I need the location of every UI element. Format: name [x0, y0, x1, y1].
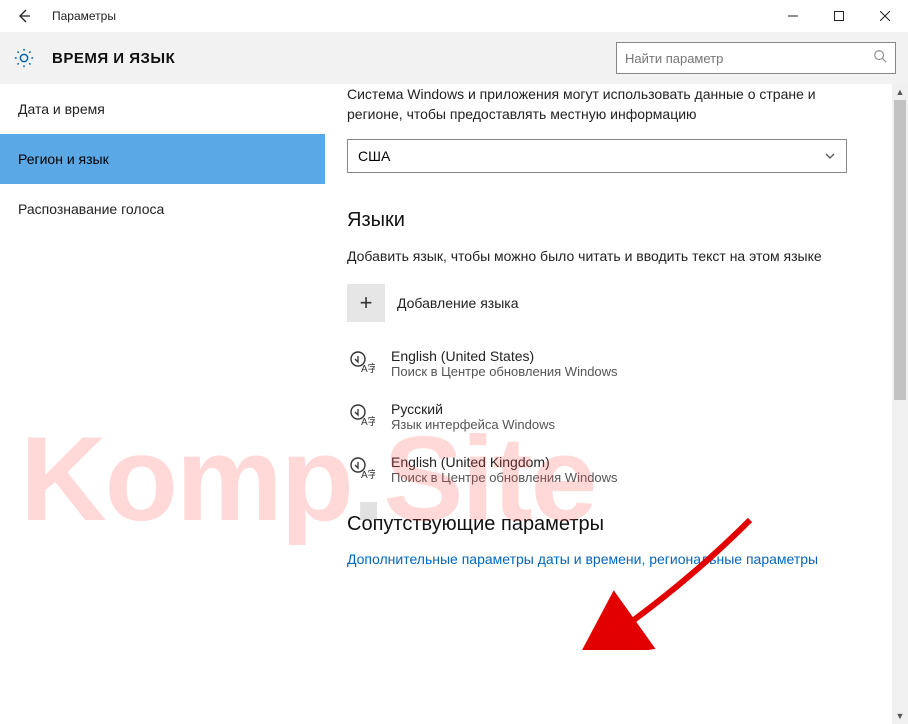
language-icon: A字	[347, 401, 377, 431]
search-box[interactable]	[616, 42, 896, 74]
maximize-button[interactable]	[816, 0, 862, 32]
svg-text:A字: A字	[361, 362, 375, 375]
region-description: Система Windows и приложения могут испол…	[347, 84, 850, 125]
languages-heading: Языки	[347, 209, 850, 232]
sidebar: Дата и время Регион и язык Распознавание…	[0, 84, 325, 724]
language-sub: Поиск в Центре обновления Windows	[391, 364, 618, 379]
content-area: Система Windows и приложения могут испол…	[325, 84, 908, 724]
language-item[interactable]: A字 Русский Язык интерфейса Windows	[347, 401, 850, 432]
titlebar: Параметры	[0, 0, 908, 32]
language-name: English (United Kingdom)	[391, 454, 618, 470]
add-language-button[interactable]: + Добавление языка	[347, 284, 850, 322]
languages-subtext: Добавить язык, чтобы можно было читать и…	[347, 246, 847, 266]
plus-icon: +	[347, 284, 385, 322]
minimize-button[interactable]	[770, 0, 816, 32]
sidebar-item-label: Регион и язык	[18, 151, 109, 167]
gear-icon	[13, 47, 35, 69]
arrow-left-icon	[16, 8, 32, 24]
svg-text:A字: A字	[361, 468, 375, 481]
chevron-down-icon	[824, 150, 836, 162]
close-icon	[880, 11, 890, 21]
window-controls	[770, 0, 908, 32]
back-button[interactable]	[0, 0, 48, 32]
language-icon: A字	[347, 348, 377, 378]
sidebar-item-label: Дата и время	[18, 101, 105, 117]
search-icon	[873, 49, 887, 68]
vertical-scrollbar[interactable]: ▲ ▼	[892, 84, 908, 724]
additional-date-settings-link[interactable]: Дополнительные параметры даты и времени,…	[347, 550, 847, 570]
window-title: Параметры	[48, 9, 770, 23]
language-sub: Поиск в Центре обновления Windows	[391, 470, 618, 485]
language-sub: Язык интерфейса Windows	[391, 417, 555, 432]
related-heading: Сопутствующие параметры	[347, 513, 850, 536]
scroll-thumb[interactable]	[894, 100, 906, 400]
sidebar-item-speech[interactable]: Распознавание голоса	[0, 184, 325, 234]
language-item[interactable]: A字 English (United States) Поиск в Центр…	[347, 348, 850, 379]
scroll-up-button[interactable]: ▲	[892, 84, 908, 100]
minimize-icon	[788, 11, 798, 21]
content-scroll: Система Windows и приложения могут испол…	[325, 84, 890, 724]
add-language-label: Добавление языка	[397, 295, 519, 311]
language-name: English (United States)	[391, 348, 618, 364]
settings-gear-icon[interactable]	[10, 44, 38, 72]
close-button[interactable]	[862, 0, 908, 32]
sidebar-item-region-language[interactable]: Регион и язык	[0, 134, 325, 184]
scroll-down-button[interactable]: ▼	[892, 708, 908, 724]
language-name: Русский	[391, 401, 555, 417]
language-icon: A字	[347, 454, 377, 484]
language-item[interactable]: A字 English (United Kingdom) Поиск в Цент…	[347, 454, 850, 485]
sidebar-item-label: Распознавание голоса	[18, 201, 164, 217]
body: Дата и время Регион и язык Распознавание…	[0, 84, 908, 724]
breadcrumb: ВРЕМЯ И ЯЗЫК	[52, 50, 616, 67]
search-input[interactable]	[625, 51, 873, 66]
header-bar: ВРЕМЯ И ЯЗЫК	[0, 32, 908, 84]
maximize-icon	[834, 11, 844, 21]
country-select[interactable]: США	[347, 139, 847, 173]
country-selected-value: США	[358, 148, 390, 164]
sidebar-item-date-time[interactable]: Дата и время	[0, 84, 325, 134]
scroll-track[interactable]	[892, 100, 908, 708]
svg-text:A字: A字	[361, 415, 375, 428]
